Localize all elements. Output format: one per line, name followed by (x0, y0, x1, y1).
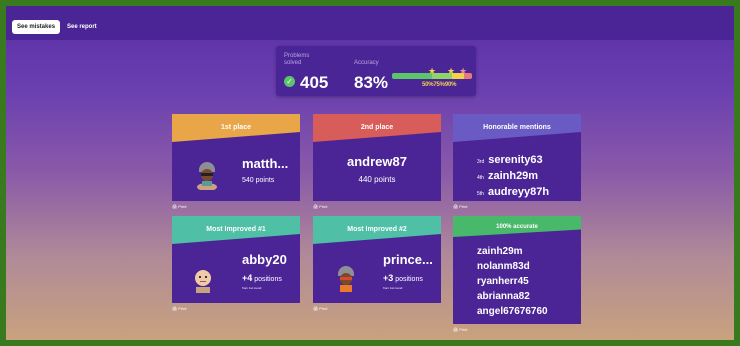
card-band (313, 216, 441, 244)
most-improved-2-card: Most Improved #2 prince... +3 positions … (313, 216, 441, 303)
points-text: 540 points (242, 177, 275, 184)
list-item: abrianna82 (477, 291, 530, 302)
star-icon: ★ (459, 66, 468, 76)
stats-panel: Problems solved ✓ 405 Accuracy 83% ★ ★ ★… (276, 46, 476, 96)
card-heading: 2nd place (360, 124, 394, 131)
second-place-card: 2nd place andrew87 440 points (313, 114, 441, 201)
print-link[interactable]: 🖨 Print (313, 306, 327, 311)
list-item: zainh29m (477, 246, 523, 257)
most-improved-1-card: Most Improved #1 abby20 +4 positions fro… (172, 216, 300, 303)
print-link[interactable]: 🖨 Print (172, 306, 186, 311)
avatar (197, 162, 217, 190)
card-heading: 100% accurate (496, 224, 538, 230)
list-item: ryanherr45 (477, 276, 529, 287)
list-item: nolanm83d (477, 261, 530, 272)
honorable-mentions-card: Honorable mentions 3rd serenity63 4th zain… (453, 114, 581, 201)
points-text: 440 points (358, 175, 396, 184)
card-band (172, 216, 300, 244)
print-link[interactable]: 🖨 Print (172, 204, 186, 209)
list-item: 5th audreyy87h (477, 186, 550, 198)
star-icon: ★ (428, 66, 437, 76)
winner-name: prince... (383, 252, 433, 267)
tab-see-mistakes[interactable]: See mistakes (12, 20, 61, 34)
card-band (453, 114, 581, 142)
problems-solved-label: Problems solved (284, 53, 310, 66)
positions-text: +3 positions (383, 273, 423, 283)
card-band (172, 114, 300, 142)
avatar (195, 270, 211, 293)
check-icon: ✓ (284, 76, 295, 87)
app-frame: See mistakes See report Problems solved … (6, 6, 734, 340)
from-round-text: from 1st round (242, 286, 262, 290)
winner-name: andrew87 (347, 154, 407, 169)
winner-name: abby20 (242, 252, 287, 267)
card-heading: 1st place (221, 124, 251, 131)
accuracy-value: 83% (354, 73, 389, 92)
accuracy-label: Accuracy (354, 60, 379, 66)
card-heading: Honorable mentions (483, 124, 551, 131)
winner-name: matth... (242, 156, 289, 171)
list-item: angel67676760 (477, 306, 548, 317)
from-round-text: from 1st round (383, 286, 403, 290)
problems-solved-value: 405 (300, 73, 329, 92)
star-icon: ★ (447, 66, 456, 76)
accuracy-thresholds: 50%75%90% (422, 82, 457, 88)
print-link[interactable]: 🖨 Print (453, 204, 467, 209)
avatar (338, 266, 354, 292)
accurate-card: 100% accurate zainh29m nolanm83d ryanher… (453, 216, 581, 324)
card-band (313, 114, 441, 142)
card-band (453, 216, 581, 237)
top-bar: See mistakes See report (6, 6, 734, 40)
tab-see-report[interactable]: See report (62, 20, 102, 34)
print-link[interactable]: 🖨 Print (453, 327, 467, 332)
positions-text: +4 positions (242, 273, 282, 283)
print-link[interactable]: 🖨 Print (313, 204, 327, 209)
card-heading: Most Improved #2 (347, 226, 407, 233)
card-heading: Most Improved #1 (206, 226, 266, 233)
first-place-card: 1st place matth... 540 points (172, 114, 300, 201)
